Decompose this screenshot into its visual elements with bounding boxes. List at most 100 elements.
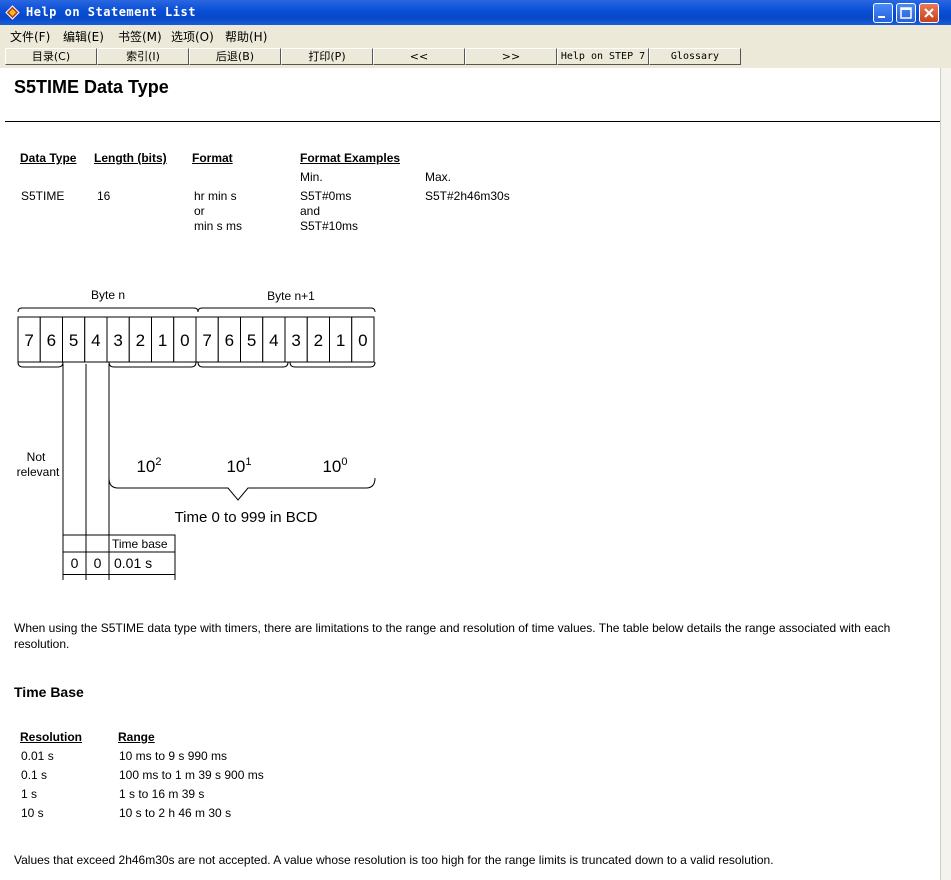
cell-min-line: S5T#0ms (300, 189, 352, 203)
help-book-icon (5, 5, 20, 20)
contents-button[interactable]: 目录(C) (5, 48, 97, 65)
bcd-label: Time 0 to 999 in BCD (175, 509, 318, 526)
power-exponent: 2 (155, 456, 161, 468)
bit-number: 1 (158, 331, 167, 350)
browse-previous-button[interactable]: << (373, 48, 465, 65)
minimize-icon (878, 16, 885, 18)
bit-number: 0 (358, 331, 367, 350)
digit-units-brace (289, 361, 376, 368)
header-format-examples: Format Examples (300, 151, 401, 165)
bcd-brace (108, 477, 376, 501)
time-base-bit: 0 (71, 578, 79, 581)
time-base-table: Time base000.01 s010.1 s101 s1110 s (62, 534, 176, 581)
range-cell: 10 ms to 9 s 990 ms (119, 749, 228, 763)
digit-hundreds-brace (108, 361, 197, 368)
power-tens: 101 (226, 456, 251, 476)
range-cell: 1 s to 16 m 39 s (119, 787, 205, 801)
bit-number: 6 (225, 331, 234, 350)
bit-number: 4 (269, 331, 278, 350)
menu-options[interactable]: 选项(O) (171, 28, 214, 45)
cell-type: S5TIME (21, 189, 65, 203)
time-base-value: 0.01 s (114, 555, 152, 571)
sub-min: Min. (300, 170, 323, 184)
not-relevant-brace (17, 361, 64, 368)
bit-number: 1 (336, 331, 345, 350)
byte-n1-brace (197, 307, 376, 313)
paragraph-limitations: When using the S5TIME data type with tim… (14, 621, 891, 651)
byte-n-brace (17, 307, 199, 313)
power-base: 10 (136, 457, 155, 476)
power-hundreds: 102 (136, 456, 161, 476)
power-exponent: 0 (341, 456, 347, 468)
bit-number: 0 (180, 331, 189, 350)
page-title: S5TIME Data Type (14, 77, 169, 97)
cell-format-line: hr min s (194, 189, 237, 203)
menu-bookmark[interactable]: 书签(M) (118, 28, 162, 45)
s5time-bit-diagram: Byte n Byte n+1 7654321076543210 Not rel… (17, 290, 376, 581)
maximize-icon (900, 7, 912, 19)
bit-number: 3 (113, 331, 122, 350)
menu-bar: 文件(F) 编辑(E) 书签(M) 选项(O) 帮助(H) (0, 25, 951, 46)
close-icon (924, 8, 934, 18)
byte-n1-label: Byte n+1 (267, 290, 315, 303)
time-base-header: Time base (112, 537, 168, 551)
header-length: Length (bits) (94, 151, 167, 165)
menu-help[interactable]: 帮助(H) (225, 28, 267, 45)
bit-number: 6 (47, 331, 56, 350)
cell-format-line: or (194, 204, 205, 218)
power-units: 100 (322, 456, 347, 476)
close-button[interactable] (919, 3, 939, 23)
window-title: Help on Statement List (26, 5, 196, 19)
bit-number: 7 (24, 331, 33, 350)
time-base-bit: 0 (71, 555, 79, 571)
header-format: Format (192, 151, 233, 165)
bit-number: 2 (136, 331, 145, 350)
maximize-button[interactable] (896, 3, 916, 23)
resolution-cell: 0.1 s (21, 768, 48, 782)
time-base-bit: 0 (94, 555, 102, 571)
header-resolution: Resolution (20, 730, 82, 744)
menu-file[interactable]: 文件(F) (10, 28, 50, 45)
cell-min-line: and (300, 204, 321, 218)
bit-number: 7 (202, 331, 211, 350)
bit-number: 5 (69, 331, 78, 350)
bit-number: 3 (291, 331, 300, 350)
time-base-heading: Time Base (14, 684, 84, 700)
glossary-button[interactable]: Glossary (649, 48, 741, 65)
bit-cells: 7654321076543210 (17, 316, 375, 363)
header-data-type: Data Type (20, 151, 77, 165)
bit-number: 4 (91, 331, 100, 350)
time-base-bit: 1 (94, 578, 102, 581)
bit-number: 2 (314, 331, 323, 350)
power-base: 10 (226, 457, 245, 476)
bit-number: 5 (247, 331, 256, 350)
button-bar: 目录(C) 索引(I) 后退(B) 打印(P) << >> Help on ST… (0, 46, 951, 69)
vertical-scrollbar[interactable] (940, 68, 951, 880)
resolution-cell: 0.01 s (21, 749, 54, 763)
resolution-cell: 1 s (21, 787, 38, 801)
not-relevant-label: relevant (17, 465, 60, 479)
help-content: S5TIME Data Type Data Type Length (bits)… (0, 68, 940, 880)
range-cell: 100 ms to 1 m 39 s 900 ms (119, 768, 264, 782)
cell-max: S5T#2h46m30s (425, 189, 510, 203)
range-cell: 10 s to 2 h 46 m 30 s (119, 806, 232, 820)
digit-tens-brace (197, 361, 289, 368)
paragraph-truncation: Values that exceed 2h46m30s are not acce… (14, 853, 774, 867)
byte-n-label: Byte n (91, 290, 125, 302)
cell-format-line: min s ms (194, 219, 242, 233)
browse-next-button[interactable]: >> (465, 48, 557, 65)
resolution-cell: 10 s (21, 806, 44, 820)
menu-edit[interactable]: 编辑(E) (63, 28, 104, 45)
minimize-button[interactable] (873, 3, 893, 23)
back-button[interactable]: 后退(B) (189, 48, 281, 65)
not-relevant-label: Not (27, 450, 46, 464)
title-divider (5, 121, 940, 122)
print-button[interactable]: 打印(P) (281, 48, 373, 65)
cell-length: 16 (97, 189, 111, 203)
header-range: Range (118, 730, 155, 744)
time-base-value: 0.1 s (114, 578, 144, 581)
help-on-step7-button[interactable]: Help on STEP 7 (557, 48, 649, 65)
title-bar: Help on Statement List (0, 0, 951, 25)
index-button[interactable]: 索引(I) (97, 48, 189, 65)
sub-max: Max. (425, 170, 452, 184)
